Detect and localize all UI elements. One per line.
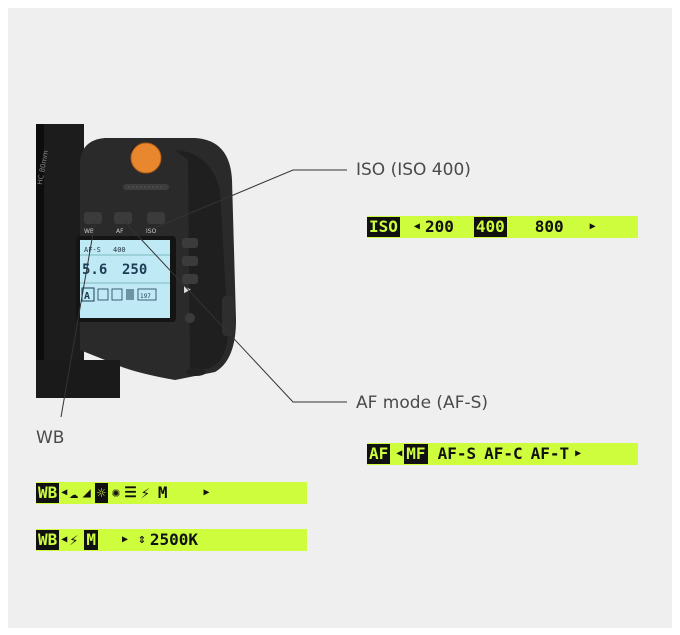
left-arrow-icon: ◀ [61,534,68,545]
shade-icon: ◢ [82,485,91,501]
left-arrow-icon: ◀ [396,448,403,459]
wb-kelvin-display-bar: WB ◀ ⚡ M ▶ ⇕ 2500K [36,529,307,551]
af-button-label: AF [116,228,124,235]
screen-mode: A [84,291,90,302]
flash-icon: ⚡ [69,531,79,549]
right-arrow-icon: ▶ [575,448,582,459]
af-option-aft: AF-T [530,444,570,463]
up-down-icon: ⇕ [138,532,146,547]
iso-option-400: 400 [473,217,507,237]
iso-button-label: ISO [146,228,157,235]
wb-callout: WB [36,428,65,448]
flash-icon: ⚡ [140,484,150,502]
wb-kelvin-value: 2500K [149,530,198,549]
af-option-afc: AF-C [484,444,523,463]
fluorescent-icon: ☰ [124,485,137,501]
right-arrow-icon: ▶ [203,487,210,498]
wb-kelvin-manual: M [84,530,98,550]
wb-tag: WB [36,483,60,503]
tungsten-icon: ✺ [111,485,121,501]
af-option-afs: AF-S [437,444,477,463]
af-display-bar: AF ◀ MF AF-S AF-C AF-T ▶ [367,443,638,465]
daylight-icon: ☼ [94,483,108,503]
left-arrow-icon: ◀ [61,487,68,498]
left-arrow-icon: ◀ [413,221,420,232]
af-callout: AF mode (AF-S) [356,393,489,413]
right-arrow-icon: ▶ [121,534,128,545]
iso-callout: ISO (ISO 400) [356,160,471,180]
screen-shots: 197 [140,293,151,300]
af-button[interactable] [114,212,132,224]
screen-wb-setting: AF-S [84,246,101,254]
wb-kelvin-tag: WB [36,530,60,550]
iso-button[interactable] [147,212,165,224]
power-button[interactable] [185,313,195,323]
right-arrow-icon: ▶ [589,221,596,232]
wb-button[interactable] [84,212,102,224]
cloudy-icon: ☁ [69,484,79,502]
iso-display-bar: ISO ◀ 200 400 800 ▶ [367,216,638,238]
side-button-1[interactable] [182,238,198,248]
iso-option-800: 800 [534,217,564,236]
iso-tag: ISO [367,217,400,237]
af-tag: AF [367,444,391,464]
screen-iso: 400 [113,246,126,254]
screen-shutter: 250 [122,262,147,278]
iso-option-200: 200 [424,217,454,236]
wb-display-bar: WB ◀ ☁ ◢ ☼ ✺ ☰ ⚡ M ▶ [36,482,307,504]
play-button[interactable] [182,274,198,284]
side-button-2[interactable] [182,256,198,266]
af-option-mf: MF [404,444,428,464]
wb-manual: M [157,483,168,502]
